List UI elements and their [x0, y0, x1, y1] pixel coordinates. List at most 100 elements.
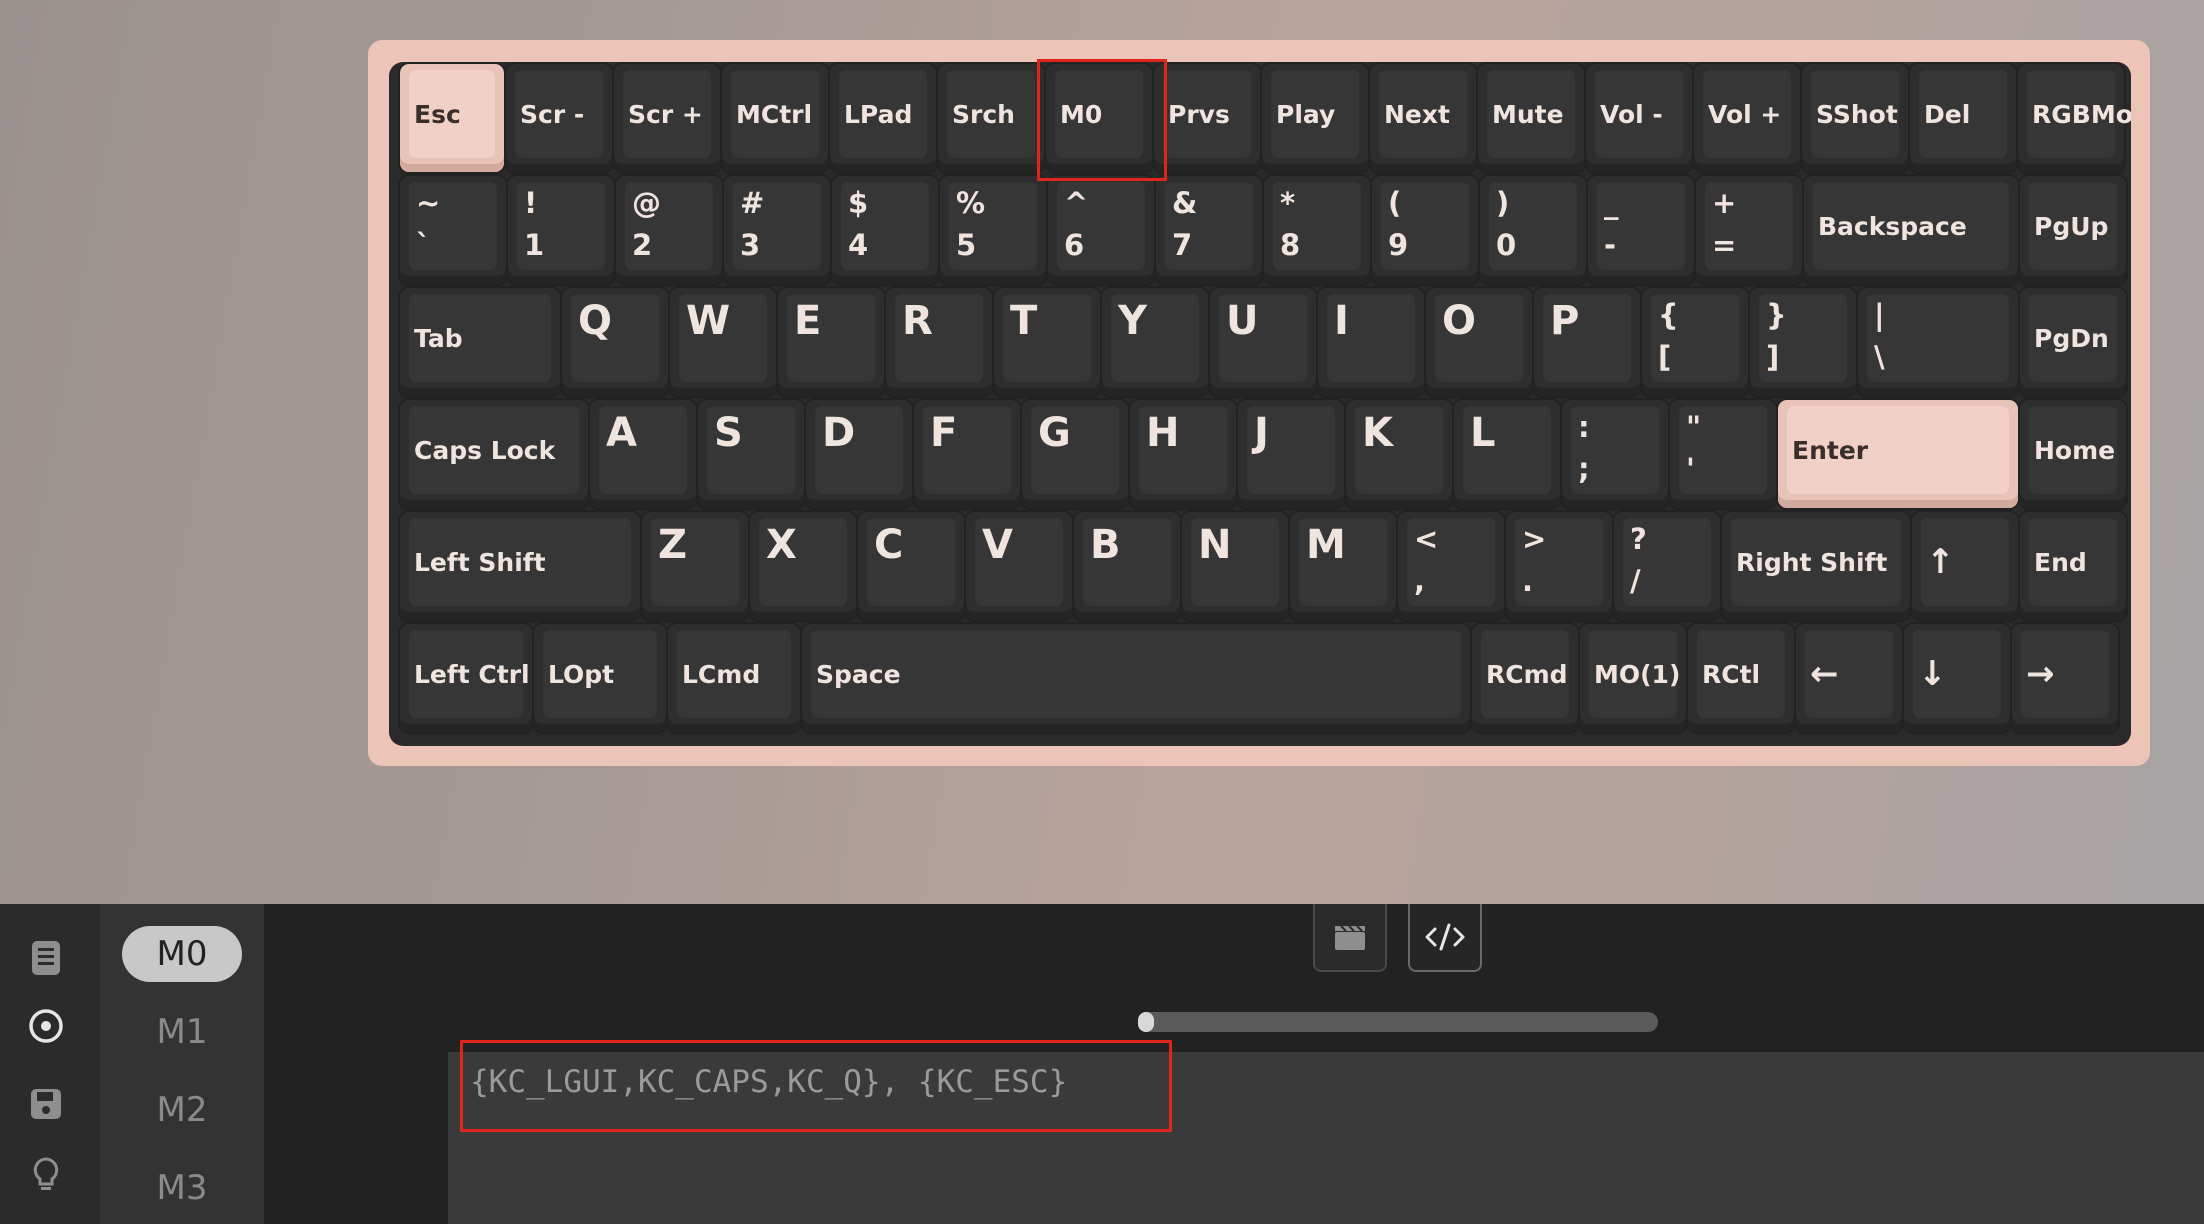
key-label: Z — [658, 522, 688, 568]
target-icon[interactable] — [26, 1006, 66, 1046]
key[interactable]: > . — [1506, 512, 1612, 620]
key[interactable]: Scr + — [614, 64, 720, 172]
key[interactable]: Next — [1370, 64, 1476, 172]
key[interactable]: + = — [1696, 176, 1802, 284]
key[interactable]: | \ — [1858, 288, 2018, 396]
key[interactable]: RCmd — [1472, 624, 1578, 732]
key[interactable]: { [ — [1642, 288, 1748, 396]
key[interactable]: Srch — [938, 64, 1044, 172]
key[interactable]: R — [886, 288, 992, 396]
key[interactable]: Mute — [1478, 64, 1584, 172]
key[interactable]: G — [1022, 400, 1128, 508]
key[interactable]: Caps Lock — [400, 400, 588, 508]
key[interactable]: } ] — [1750, 288, 1856, 396]
key[interactable]: Enter — [1778, 400, 2018, 508]
key[interactable]: LCmd — [668, 624, 800, 732]
key[interactable]: Z — [642, 512, 748, 620]
key[interactable]: U — [1210, 288, 1316, 396]
timeline-slider-thumb[interactable] — [1138, 1012, 1154, 1032]
key[interactable]: ? / — [1614, 512, 1720, 620]
key[interactable]: PgUp — [2020, 176, 2126, 284]
key[interactable]: A — [590, 400, 696, 508]
key-label: R — [902, 298, 933, 344]
key[interactable]: & 7 — [1156, 176, 1262, 284]
key[interactable]: C — [858, 512, 964, 620]
key[interactable]: V — [966, 512, 1072, 620]
key[interactable]: Prvs — [1154, 64, 1260, 172]
key[interactable]: → — [2012, 624, 2118, 732]
key[interactable]: LPad — [830, 64, 936, 172]
key[interactable]: ^ 6 — [1048, 176, 1154, 284]
key[interactable]: B — [1074, 512, 1180, 620]
key[interactable]: Scr - — [506, 64, 612, 172]
layer-item-m3[interactable]: M3 — [122, 1160, 242, 1216]
key[interactable]: % 5 — [940, 176, 1046, 284]
layer-item-m0[interactable]: M0 — [122, 926, 242, 982]
key[interactable]: SShot — [1802, 64, 1908, 172]
key[interactable]: ! 1 — [508, 176, 614, 284]
key[interactable]: LOpt — [534, 624, 666, 732]
key[interactable]: Right Shift — [1722, 512, 1910, 620]
key[interactable]: ↓ — [1904, 624, 2010, 732]
key[interactable]: E — [778, 288, 884, 396]
key[interactable]: # 3 — [724, 176, 830, 284]
key[interactable]: Space — [802, 624, 1470, 732]
key[interactable]: Y — [1102, 288, 1208, 396]
key[interactable]: Tab — [400, 288, 560, 396]
key[interactable]: PgDn — [2020, 288, 2126, 396]
key[interactable]: Play — [1262, 64, 1368, 172]
keyboard-list-icon[interactable] — [26, 938, 66, 978]
key[interactable]: MO(1) — [1580, 624, 1686, 732]
key[interactable]: W — [670, 288, 776, 396]
key[interactable]: < , — [1398, 512, 1504, 620]
key[interactable]: Home — [2020, 400, 2126, 508]
key[interactable]: Q — [562, 288, 668, 396]
layer-item-m2[interactable]: M2 — [122, 1082, 242, 1138]
key[interactable]: Backspace — [1804, 176, 2018, 284]
key[interactable]: RGBMod — [2018, 64, 2131, 172]
key[interactable]: J — [1238, 400, 1344, 508]
key-label: D — [822, 410, 856, 456]
key[interactable]: S — [698, 400, 804, 508]
key[interactable]: ~ ` — [400, 176, 506, 284]
key[interactable]: $ 4 — [832, 176, 938, 284]
key[interactable]: MCtrl — [722, 64, 828, 172]
icon-rail — [0, 904, 100, 1224]
key[interactable]: RCtl — [1688, 624, 1794, 732]
timeline-slider[interactable] — [1138, 1012, 1658, 1032]
tab-code[interactable] — [1408, 904, 1482, 972]
key[interactable]: * 8 — [1264, 176, 1370, 284]
key[interactable]: N — [1182, 512, 1288, 620]
key[interactable]: H — [1130, 400, 1236, 508]
key[interactable]: ( 9 — [1372, 176, 1478, 284]
key[interactable]: K — [1346, 400, 1452, 508]
key[interactable]: ↑ — [1912, 512, 2018, 620]
key[interactable]: M — [1290, 512, 1396, 620]
layer-item-m1[interactable]: M1 — [122, 1004, 242, 1060]
key[interactable]: Vol + — [1694, 64, 1800, 172]
key[interactable]: O — [1426, 288, 1532, 396]
key[interactable]: ) 0 — [1480, 176, 1586, 284]
lightbulb-icon[interactable] — [26, 1154, 66, 1194]
key[interactable]: X — [750, 512, 856, 620]
key-label: I — [1334, 298, 1349, 344]
key[interactable]: ← — [1796, 624, 1902, 732]
key[interactable]: Esc — [400, 64, 504, 172]
key[interactable]: I — [1318, 288, 1424, 396]
key[interactable]: Left Ctrl — [400, 624, 532, 732]
key[interactable]: D — [806, 400, 912, 508]
key[interactable]: " ' — [1670, 400, 1776, 508]
key[interactable]: _ - — [1588, 176, 1694, 284]
key[interactable]: F — [914, 400, 1020, 508]
tab-visual[interactable] — [1313, 904, 1387, 972]
save-icon[interactable] — [26, 1084, 66, 1124]
key[interactable]: End — [2020, 512, 2126, 620]
key[interactable]: Left Shift — [400, 512, 640, 620]
key[interactable]: T — [994, 288, 1100, 396]
key[interactable]: P — [1534, 288, 1640, 396]
key[interactable]: Vol - — [1586, 64, 1692, 172]
key[interactable]: Del — [1910, 64, 2016, 172]
key[interactable]: @ 2 — [616, 176, 722, 284]
key[interactable]: : ; — [1562, 400, 1668, 508]
key[interactable]: L — [1454, 400, 1560, 508]
